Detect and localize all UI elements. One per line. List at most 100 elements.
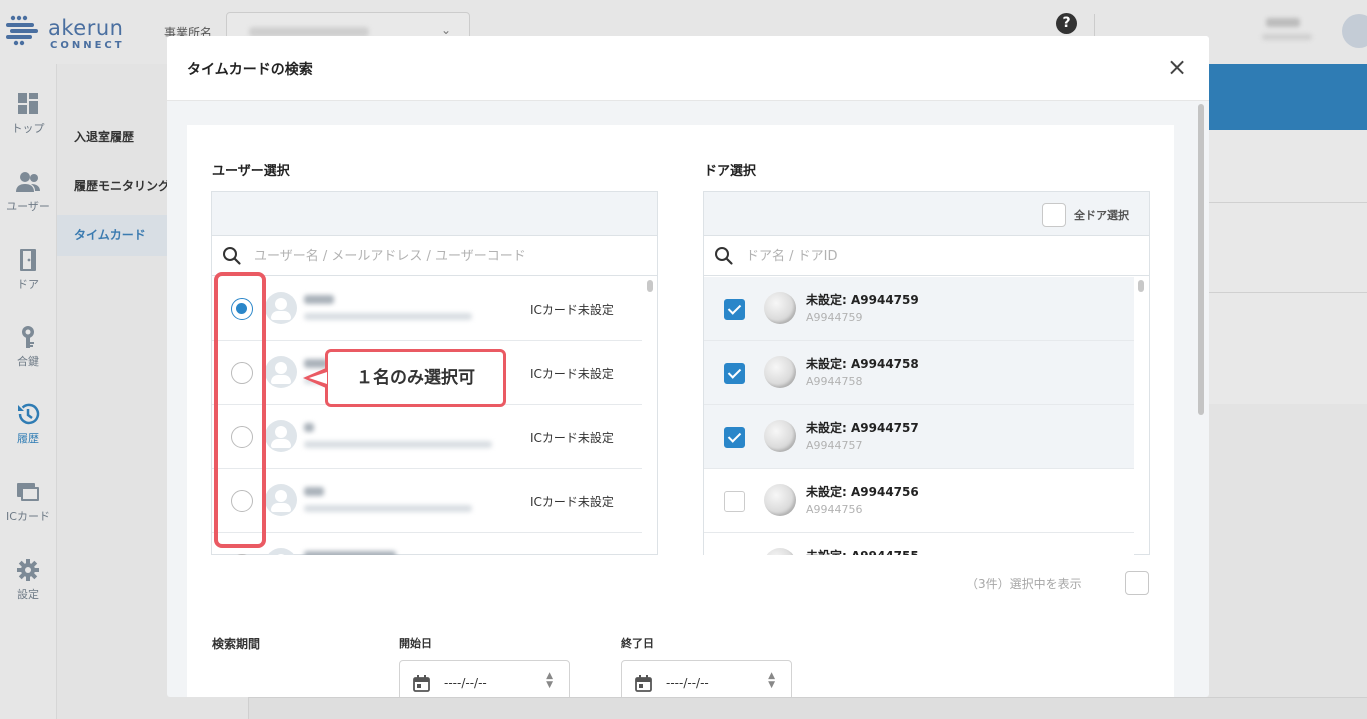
end-date-value: ----/--/-- xyxy=(666,676,709,690)
search-icon xyxy=(223,247,241,265)
start-date-input[interactable]: ----/--/-- ▲ ▼ xyxy=(399,660,570,697)
door-checkbox[interactable] xyxy=(724,427,745,448)
sidebar-item-users[interactable]: ユーザー xyxy=(0,170,56,214)
list-item[interactable]: ICカード未設定 xyxy=(212,469,642,533)
user-email-blurred xyxy=(304,441,492,448)
sidebar-item-label: ユーザー xyxy=(6,200,50,213)
user-role-blurred xyxy=(1262,34,1312,40)
list-item[interactable]: ICカード未設定 xyxy=(212,277,642,341)
door-name: 未設定: A9944757 xyxy=(806,421,919,435)
door-checkbox[interactable] xyxy=(724,491,745,512)
door-icon xyxy=(15,248,41,272)
end-date-label: 終了日 xyxy=(621,637,654,650)
user-search-input[interactable] xyxy=(254,246,610,266)
user-search-row xyxy=(212,236,657,276)
sidebar-item-top[interactable]: トップ xyxy=(0,92,56,136)
sidebar-item-doors[interactable]: ドア xyxy=(0,248,56,292)
door-list-scrollbar[interactable] xyxy=(1138,280,1144,292)
sidebar-item-label: 合鍵 xyxy=(17,355,39,368)
door-panel-header: 全ドア選択 xyxy=(704,192,1149,236)
sidebar-item-label: 設定 xyxy=(17,588,39,601)
door-search-input[interactable] xyxy=(746,246,1102,266)
sidebar-item-keys[interactable]: 合鍵 xyxy=(0,325,56,369)
user-avatar-icon xyxy=(265,292,297,324)
user-list-scrollbar[interactable] xyxy=(647,280,653,292)
sidebar-item-label: 履歴 xyxy=(17,432,39,445)
logo-subtext: CONNECT xyxy=(50,40,125,51)
user-avatar[interactable] xyxy=(1342,14,1367,48)
show-selected-checkbox[interactable] xyxy=(1125,571,1149,595)
chevron-down-icon: ⌄ xyxy=(440,23,451,37)
close-icon[interactable]: × xyxy=(1165,55,1189,80)
sidebar-item-history[interactable]: 履歴 xyxy=(0,402,56,446)
end-date-input[interactable]: ----/--/-- ▲ ▼ xyxy=(621,660,792,697)
key-icon xyxy=(15,325,41,349)
list-item[interactable]: 未設定: A9944758 A9944758 xyxy=(704,341,1134,405)
user-name-blurred xyxy=(304,551,396,555)
ic-card-status: ICカード未設定 xyxy=(530,495,614,509)
list-item[interactable] xyxy=(212,533,642,555)
user-select-title: ユーザー選択 xyxy=(212,164,290,179)
sidebar-item-ic-card[interactable]: ICカード xyxy=(0,480,56,524)
start-date-value: ----/--/-- xyxy=(444,676,487,690)
logo-mark-icon xyxy=(6,15,38,46)
show-selected-label[interactable]: （3件）選択中を表示 xyxy=(966,575,1082,592)
dashboard-icon xyxy=(15,92,41,116)
user-panel-header xyxy=(212,192,657,236)
radio-column-highlight xyxy=(214,272,266,548)
modal-title: タイムカードの検索 xyxy=(187,62,313,78)
door-name: 未設定: A9944755 xyxy=(806,547,919,555)
search-form-card: ユーザー選択 ICカード未設定 xyxy=(187,125,1174,697)
page-footer-area xyxy=(248,697,1367,719)
calendar-icon xyxy=(413,675,430,692)
logo-text: akerun xyxy=(48,16,124,40)
sidebar-item-label: ICカード xyxy=(6,510,50,523)
list-item[interactable]: 未設定: A9944759 A9944759 xyxy=(704,277,1134,341)
ic-card-status: ICカード未設定 xyxy=(530,367,614,381)
door-search-row xyxy=(704,236,1149,276)
spinner-icon[interactable]: ▲ ▼ xyxy=(768,672,775,690)
door-name: 未設定: A9944756 xyxy=(806,485,919,499)
akerun-logo[interactable]: akerun CONNECT xyxy=(4,10,134,51)
users-icon xyxy=(15,170,41,194)
akerun-device-icon xyxy=(764,484,796,516)
page-header-band xyxy=(1209,64,1367,130)
annotation-callout: １名のみ選択可 xyxy=(325,349,506,407)
search-icon xyxy=(715,247,733,265)
list-item[interactable]: 未設定: A9944756 A9944756 xyxy=(704,469,1134,533)
user-avatar-icon xyxy=(265,484,297,516)
door-name: 未設定: A9944759 xyxy=(806,293,919,307)
page-content-background xyxy=(1209,130,1367,404)
sidebar-item-label: ドア xyxy=(17,278,39,291)
door-checkbox[interactable] xyxy=(724,299,745,320)
row-divider xyxy=(1209,292,1367,293)
modal-scrollbar[interactable] xyxy=(1198,104,1204,415)
akerun-device-icon xyxy=(764,292,796,324)
user-name-blurred[interactable] xyxy=(1266,18,1300,27)
list-item[interactable]: 未設定: A9944757 A9944757 xyxy=(704,405,1134,469)
calendar-icon xyxy=(635,675,652,692)
door-list: 未設定: A9944759 A9944759 未設定: A9944758 A99… xyxy=(704,277,1149,555)
sidebar-item-settings[interactable]: 設定 xyxy=(0,558,56,602)
door-id: A9944759 xyxy=(806,311,863,324)
select-all-doors-label[interactable]: 全ドア選択 xyxy=(1074,207,1129,223)
user-avatar-icon xyxy=(265,548,297,555)
list-item[interactable]: ICカード未設定 xyxy=(212,405,642,469)
user-avatar-icon xyxy=(265,356,297,388)
search-period-label: 検索期間 xyxy=(212,637,261,651)
door-id: A9944756 xyxy=(806,503,863,516)
spinner-icon[interactable]: ▲ ▼ xyxy=(546,672,553,690)
callout-pointer-inner xyxy=(309,372,327,384)
list-item[interactable]: 未設定: A9944755 A9944755 xyxy=(704,533,1134,555)
door-id: A9944758 xyxy=(806,375,863,388)
user-list: ICカード未設定 ICカード未設定 ICカード未設定 ICカード未設定 xyxy=(212,277,657,555)
sidebar-item-label: トップ xyxy=(11,122,45,135)
modal-header: タイムカードの検索 × xyxy=(167,36,1209,101)
select-all-doors-checkbox[interactable] xyxy=(1042,203,1066,227)
start-date-label: 開始日 xyxy=(399,637,432,650)
gear-icon xyxy=(15,558,41,582)
user-radio[interactable] xyxy=(231,554,253,555)
help-icon[interactable]: ? xyxy=(1056,13,1077,34)
ic-card-status: ICカード未設定 xyxy=(530,303,614,317)
door-checkbox[interactable] xyxy=(724,363,745,384)
